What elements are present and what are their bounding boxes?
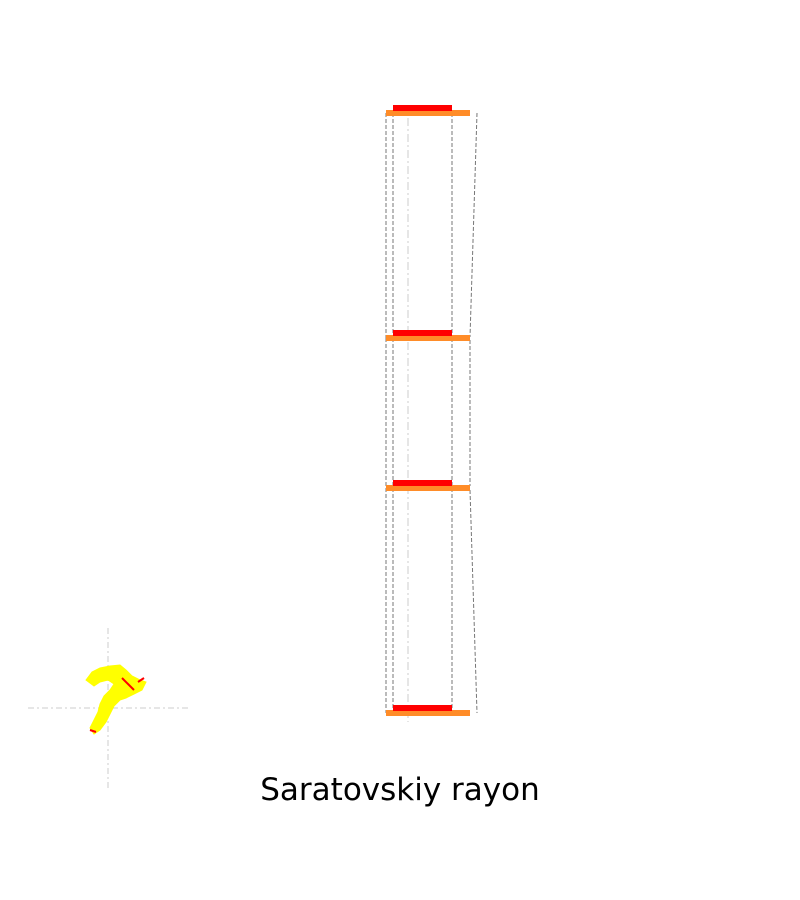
district-shape [85, 664, 147, 735]
level-bar-red [393, 105, 452, 111]
level-bar-red [393, 480, 452, 486]
level-bar-red [393, 330, 452, 336]
tower-chart [28, 105, 478, 788]
level-bars [385, 105, 478, 722]
district-locator-map [28, 628, 188, 788]
guide-line [469, 112, 478, 338]
chart-title: Saratovskiy rayon [260, 772, 540, 808]
chart-canvas: Saratovskiy rayon [0, 0, 800, 900]
level-bar-red [393, 705, 452, 711]
guide-line [469, 489, 478, 714]
